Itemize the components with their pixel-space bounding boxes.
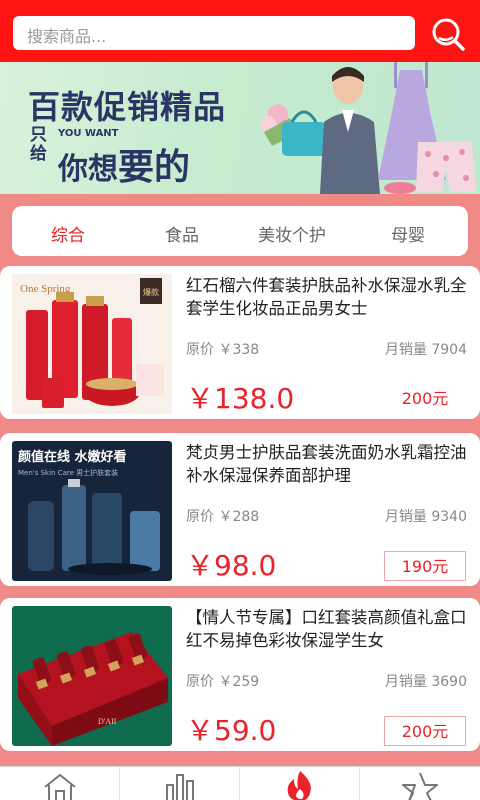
thumb-tag-text: 爆款 <box>143 287 159 297</box>
banner-slogan-pre: 你想 <box>58 152 118 187</box>
fire-icon <box>287 771 311 800</box>
product-photo-lipstick: D'AII <box>12 606 172 746</box>
product-card[interactable]: D'AII 【情人节专属】口红套装高颜值礼盒口红不易掉色彩妆保湿学生女 原价 ￥… <box>0 598 480 751</box>
promo-banner[interactable]: 百款促销精品 只给 YOU WANT 你想要的 <box>0 62 480 194</box>
banner-slogan: 你想要的 <box>58 138 190 190</box>
product-image[interactable]: One Spring 爆款 <box>12 274 172 414</box>
search-button[interactable] <box>428 14 468 54</box>
product-image[interactable]: 颜值在线 水嫩好看 Men's Skin Care 男士护肤套装 <box>12 441 172 581</box>
product-title[interactable]: 红石榴六件套装护肤品补水保湿水乳全套学生化妆品正品男女士 <box>186 274 470 320</box>
thumb-headline: 颜值在线 水嫩好看 <box>18 449 127 465</box>
product-card[interactable]: One Spring 爆款 红石榴六件套装护肤品补水保湿水乳全套学生化妆品正品男… <box>0 266 480 419</box>
sale-price: ￥59.0 <box>186 714 277 747</box>
top-bar: 搜索商品... <box>0 0 480 62</box>
tab-beauty[interactable]: 美妆个护 <box>258 221 326 246</box>
home-icon <box>44 773 76 800</box>
monthly-sales: 月销量 3690 <box>384 674 467 690</box>
product-photo-skincare: One Spring 爆款 <box>12 274 172 414</box>
coupon-badge[interactable]: 200元 <box>384 716 466 746</box>
search-icon <box>432 18 465 51</box>
original-price: 原价 ￥338 <box>186 342 260 358</box>
product-photo-mens-skincare: 颜值在线 水嫩好看 Men's Skin Care 男士护肤套装 <box>12 441 172 581</box>
product-image[interactable]: D'AII <box>12 606 172 746</box>
coupon-badge[interactable]: 190元 <box>384 551 466 581</box>
product-title[interactable]: 梵贞男士护肤品套装洗面奶水乳霜控油补水保湿保养面部护理 <box>186 441 470 487</box>
tab-food[interactable]: 食品 <box>165 221 199 246</box>
nav-hot[interactable] <box>240 767 360 800</box>
chart-icon <box>166 774 194 800</box>
product-title[interactable]: 【情人节专属】口红套装高颜值礼盒口红不易掉色彩妆保湿学生女 <box>186 606 470 652</box>
monthly-sales: 月销量 9340 <box>384 509 467 525</box>
search-input[interactable]: 搜索商品... <box>13 16 415 50</box>
original-price: 原价 ￥259 <box>186 674 260 690</box>
nav-home[interactable] <box>0 767 120 800</box>
tab-baby[interactable]: 母婴 <box>391 221 425 246</box>
banner-small-text: 只给 <box>30 125 47 164</box>
banner-slogan-em: 要的 <box>118 147 191 188</box>
banner-illustration <box>260 62 476 194</box>
bottom-nav <box>0 766 480 800</box>
original-price: 原价 ￥288 <box>186 509 260 525</box>
thumb-subtext: Men's Skin Care 男士护肤套装 <box>18 468 118 477</box>
sale-price: ￥138.0 <box>186 382 295 415</box>
monthly-sales: 月销量 7904 <box>384 342 467 358</box>
star-icon <box>402 772 438 800</box>
nav-favorites[interactable] <box>360 767 480 800</box>
banner-title: 百款促销精品 <box>28 88 227 126</box>
category-tabs: 综合 食品 美妆个护 母婴 <box>12 206 468 256</box>
thumb-brand-text: D'AII <box>98 717 117 726</box>
product-card[interactable]: 颜值在线 水嫩好看 Men's Skin Care 男士护肤套装 梵贞男士护肤品… <box>0 433 480 586</box>
nav-ranking[interactable] <box>120 767 240 800</box>
tab-all[interactable]: 综合 <box>51 221 85 246</box>
search-placeholder: 搜索商品... <box>27 27 107 46</box>
sale-price: ￥98.0 <box>186 549 277 582</box>
coupon-badge[interactable]: 200元 <box>384 384 466 414</box>
